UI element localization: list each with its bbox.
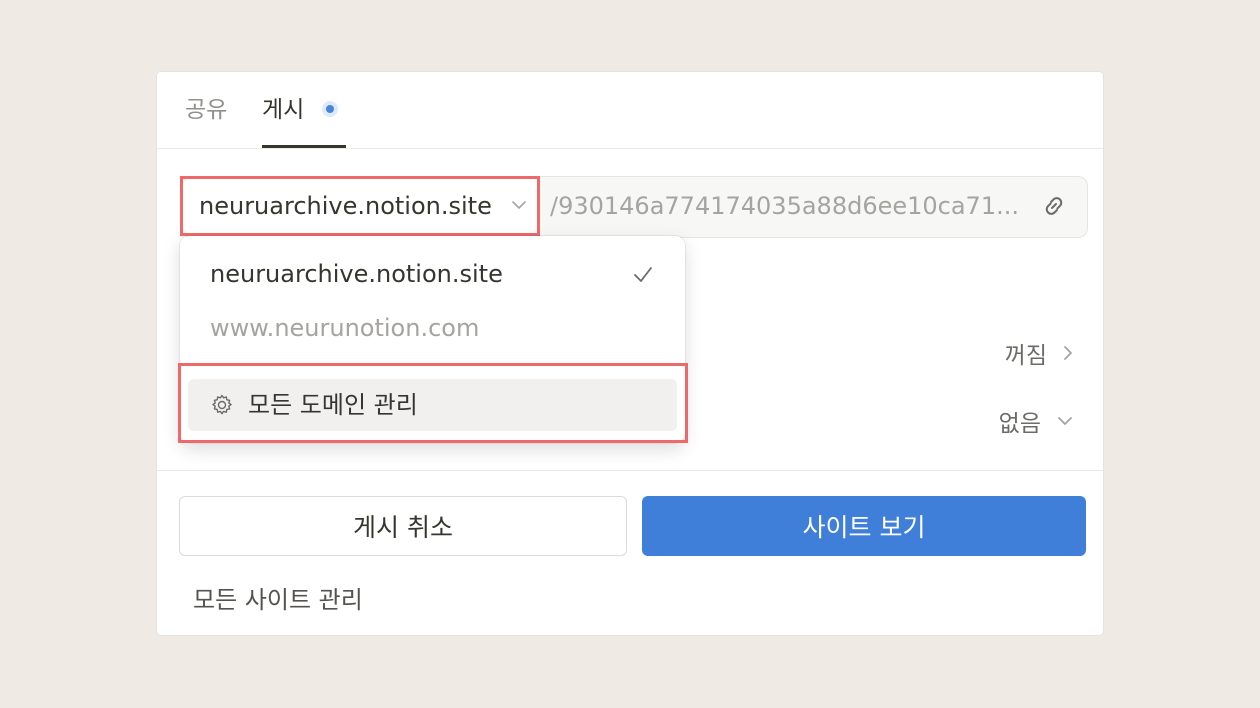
domain-option-custom[interactable]: www.neurunotion.com [180,302,685,354]
tab-publish[interactable]: 게시 [262,96,304,124]
divider [157,470,1103,471]
tab-share[interactable]: 공유 [185,96,227,124]
domain-option-label: www.neurunotion.com [210,314,480,342]
chevron-right-icon [1064,346,1072,360]
domain-option-label: neuruarchive.notion.site [210,260,503,288]
dropdown-divider [180,364,685,365]
gear-icon [212,394,232,415]
domain-option-notion-site[interactable]: neuruarchive.notion.site [180,248,685,300]
chevron-down-icon [512,201,526,209]
site-url-field: neuruarchive.notion.site /930146a7741740… [181,176,1088,238]
unpublish-button[interactable]: 게시 취소 [179,496,627,556]
setting-row-2-value[interactable]: 없음 [999,404,1075,438]
manage-all-domains-label: 모든 도메인 관리 [248,391,418,419]
manage-all-sites-link[interactable]: 모든 사이트 관리 [193,580,363,615]
domain-dropdown-menu: neuruarchive.notion.site www.neurunotion… [180,236,685,443]
setting-row-2-label: 없음 [998,411,1041,437]
chevron-down-icon [1058,417,1072,425]
active-tab-indicator [262,145,346,148]
setting-row-1-label: 꺼짐 [1004,343,1047,369]
domain-select-value: neuruarchive.notion.site [199,192,492,220]
check-icon [634,267,652,282]
manage-all-domains-item[interactable]: 모든 도메인 관리 [188,379,677,431]
domain-select[interactable]: neuruarchive.notion.site [183,178,539,234]
link-icon[interactable] [1039,191,1069,221]
url-path[interactable]: /930146a774174035a88d6ee10ca71... [550,190,1020,222]
published-status-dot [322,101,338,117]
tab-bar: 공유 게시 [157,72,1103,149]
view-site-button[interactable]: 사이트 보기 [642,496,1086,556]
setting-row-1-value[interactable]: 꺼짐 [1005,336,1075,370]
